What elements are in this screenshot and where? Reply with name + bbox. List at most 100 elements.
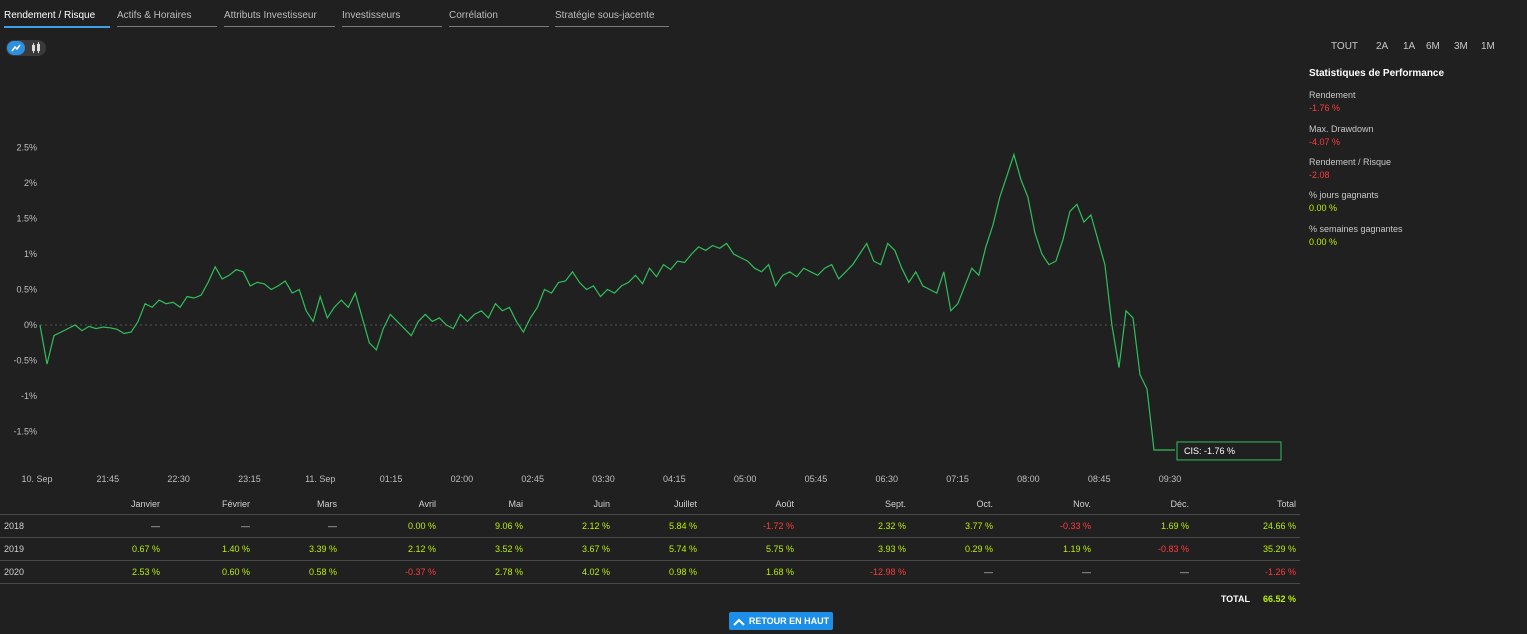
y-tick-label: -0.5% [13,356,37,366]
x-tick-label: 23:15 [238,474,261,484]
table-cell: -0.33 % [1059,521,1091,531]
stat-label: % semaines gagnantes [1309,224,1403,234]
x-tick-label: 05:00 [734,474,757,484]
stat-item: % jours gagnants 0.00 % [1309,190,1379,213]
stats-title: Statistiques de Performance [1309,68,1445,79]
table-cell: — [151,521,160,531]
range-option-4[interactable]: 3M [1454,41,1468,52]
stat-item: Rendement / Risque -2.08 [1309,157,1391,180]
table-cell: -1.72 % [762,521,794,531]
y-tick-label: 1.5% [16,214,37,224]
x-tick-label: 02:00 [451,474,474,484]
time-range-selector: TOUT 2A 1A 6M 3M 1M [1331,41,1511,55]
table-cell: 1.40 % [221,544,250,554]
table-cell: -12.98 % [869,567,906,577]
stat-label: Rendement / Risque [1309,157,1392,167]
table-cell: 1.68 % [765,567,794,577]
table-cell: 2.12 % [581,521,610,531]
table-cell: — [328,521,337,531]
x-tick-label: 02:45 [521,474,544,484]
column-header: Sept. [884,499,906,509]
range-option-5[interactable]: 1M [1481,41,1495,52]
table-cell: 5.84 % [668,521,697,531]
y-tick-label: 0.5% [16,285,37,295]
x-tick-label: 01:15 [380,474,403,484]
table-row: 2019 0.67 % 1.40 % 3.39 % 2.12 % 3.52 % 3.67 %… [0,538,1300,561]
x-tick-label: 08:00 [1017,474,1040,484]
table-cell: 5.74 % [668,544,697,554]
x-tick-label: 03:30 [592,474,615,484]
column-header: Déc. [1170,499,1189,509]
chevron-up-icon [733,618,745,626]
column-header: Janvier [130,499,160,509]
table-total-row: TOTAL 66.52 % [0,588,1300,604]
table-cell: — [984,567,993,577]
range-option-0[interactable]: TOUT [1331,41,1358,52]
row-year: 2018 [4,521,25,531]
table-cell: 0.00 % [407,521,436,531]
back-to-top-label: RETOUR EN HAUT [748,616,830,626]
stat-label: % jours gagnants [1309,190,1379,200]
stat-item: Max. Drawdown -4.07 % [1309,124,1374,147]
stat-value: -4.07 % [1309,137,1341,147]
table-cell: 0.60 % [221,567,250,577]
y-tick-label: 2.5% [16,143,37,153]
column-header: Février [221,499,250,509]
stat-item: Rendement -1.76 % [1309,90,1356,113]
table-cell: 2.32 % [877,521,906,531]
stat-value: 0.00 % [1309,237,1338,247]
table-cell: 3.77 % [964,521,993,531]
back-to-top-button[interactable]: RETOUR EN HAUT [729,612,833,630]
table-cell: 0.58 % [308,567,337,577]
series-line [39,152,1175,451]
table-cell: 3.93 % [877,544,906,554]
column-header: Total [1276,499,1296,509]
range-option-3[interactable]: 6M [1426,41,1440,52]
table-cell: 3.67 % [581,544,610,554]
x-tick-label: 06:30 [875,474,898,484]
stat-value: -2.08 [1309,170,1330,180]
x-tick-label: 22:30 [167,474,190,484]
y-tick-label: 2% [24,178,37,188]
row-year: 2019 [4,544,25,554]
stat-item: % semaines gagnantes 0.00 % [1309,224,1403,247]
performance-chart: 2.5% 2% 1.5% 1% 0.5% 0% -0.5% -1% -1.5% 10. Sep 21… [13,143,1282,484]
table-cell: 9.06 % [494,521,523,531]
y-tick-label: 0% [24,320,37,330]
x-tick-label: 05:45 [805,474,828,484]
table-cell: 0.29 % [964,544,993,554]
table-cell: 1.69 % [1160,521,1189,531]
x-tick-label: 04:15 [663,474,686,484]
monthly-returns-table: Janvier Février Mars Avril Mai Juin Juillet Aoû… [0,494,1300,584]
column-header: Juillet [673,499,697,509]
table-row: 2018 — — — 0.00 % 9.06 % 2.12 % 5.84 % -1.72 % 2.… [0,515,1300,538]
table-cell: 4.02 % [581,567,610,577]
table-cell: 2.78 % [494,567,523,577]
stat-value: -1.76 % [1309,103,1341,113]
table-cell: -1.26 % [1264,567,1296,577]
table-cell: 3.39 % [308,544,337,554]
x-tick-label: 07:15 [946,474,969,484]
x-tick-label: 09:30 [1159,474,1182,484]
total-value: 66.52 % [1262,594,1296,604]
tooltip-label: CIS: -1.76 % [1184,446,1235,456]
x-tick-label: 08:45 [1088,474,1111,484]
table-cell: -0.83 % [1157,544,1189,554]
table-cell: 2.53 % [131,567,160,577]
table-row: 2020 2.53 % 0.60 % 0.58 % -0.37 % 2.78 % 4.02 … [0,561,1300,584]
column-header: Juin [593,499,610,509]
table-cell: 0.67 % [131,544,160,554]
range-option-1[interactable]: 2A [1376,41,1388,52]
table-cell: 2.12 % [407,544,436,554]
table-cell: 1.19 % [1062,544,1091,554]
table-cell: — [1082,567,1091,577]
table-cell: 35.29 % [1262,544,1296,554]
column-header: Août [775,499,794,509]
column-header: Nov. [1073,499,1091,509]
table-cell: — [1180,567,1189,577]
x-tick-label: 11. Sep [305,474,335,484]
stat-label: Max. Drawdown [1309,124,1374,134]
range-option-2[interactable]: 1A [1403,41,1415,52]
x-tick-label: 21:45 [97,474,120,484]
table-cell: -0.37 % [404,567,436,577]
